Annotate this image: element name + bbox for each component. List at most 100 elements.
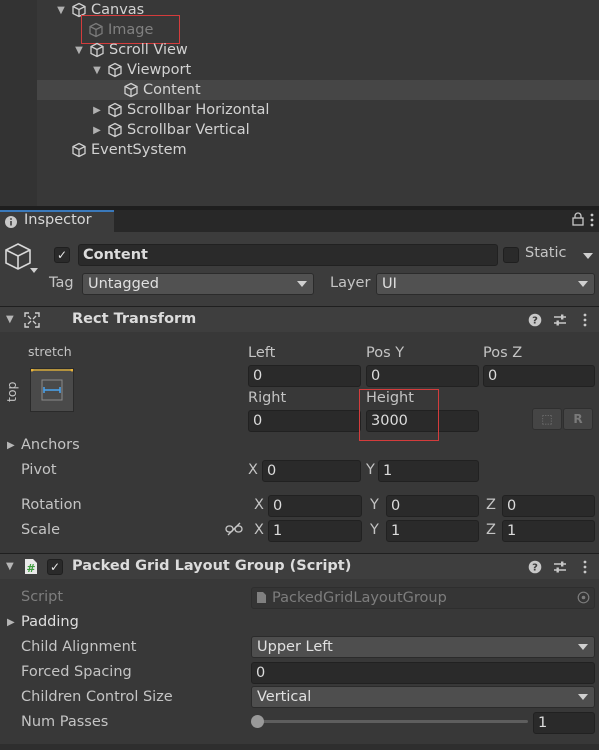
object-picker-icon[interactable] — [577, 591, 590, 604]
anchor-preset-h-label: stretch — [28, 344, 72, 359]
tag-value: Untagged — [88, 276, 159, 292]
pivot-x-input[interactable]: 0 — [262, 460, 361, 482]
tab-inspector[interactable]: Inspector — [0, 210, 114, 232]
presets-sliders-icon[interactable] — [553, 313, 567, 327]
right-label: Right — [248, 390, 287, 406]
gameobject-cube-icon — [89, 42, 105, 58]
more-vertical-icon[interactable] — [589, 213, 595, 227]
rotation-z-axis-label[interactable]: Z — [486, 497, 496, 513]
active-checkbox[interactable]: ✓ — [54, 247, 70, 263]
foldout-down-icon[interactable]: ▼ — [6, 561, 14, 572]
scale-label: Scale — [21, 522, 61, 538]
pivot-y-input[interactable]: 1 — [378, 460, 479, 482]
forced-spacing-input[interactable]: 0 — [251, 662, 595, 684]
help-icon[interactable]: ? — [528, 313, 542, 327]
hierarchy-row-selected[interactable]: Content — [37, 80, 599, 100]
pos-z-input[interactable]: 0 — [483, 365, 595, 387]
children-control-size-dropdown[interactable]: Vertical — [251, 686, 595, 708]
static-dropdown-caret-icon[interactable] — [583, 253, 593, 259]
script-object-field[interactable]: PackedGridLayoutGroup — [251, 587, 595, 609]
hierarchy-label: Scrollbar Horizontal — [127, 102, 270, 118]
pos-y-label: Pos Y — [366, 345, 405, 361]
tag-dropdown[interactable]: Untagged — [82, 273, 314, 295]
layer-label: Layer — [330, 275, 371, 291]
num-passes-slider-thumb[interactable] — [251, 715, 264, 728]
help-icon[interactable]: ? — [528, 560, 542, 574]
lock-icon[interactable] — [572, 212, 584, 226]
unlink-chain-icon[interactable] — [225, 521, 243, 537]
right-input[interactable]: 0 — [248, 410, 361, 432]
anchor-preset-icon — [31, 369, 73, 401]
anchor-preset-button[interactable] — [30, 368, 74, 412]
scale-z-axis-label[interactable]: Z — [486, 522, 496, 538]
pos-z-label: Pos Z — [483, 345, 523, 361]
expand-down-icon[interactable]: ▼ — [91, 64, 103, 76]
foldout-right-icon[interactable]: ▶ — [7, 617, 15, 628]
scale-x-axis-label[interactable]: X — [254, 522, 264, 538]
num-passes-slider-track[interactable] — [258, 720, 528, 723]
foldout-right-icon[interactable]: ▶ — [7, 440, 15, 451]
anchors-foldout[interactable]: Anchors — [21, 437, 80, 453]
blueprint-mode-button[interactable]: ⬚ — [532, 408, 562, 430]
hierarchy-row[interactable]: ▶ Scrollbar Vertical — [37, 120, 599, 140]
rotation-x-axis-label[interactable]: X — [254, 497, 264, 513]
pivot-label: Pivot — [21, 462, 57, 478]
hierarchy-row[interactable]: EventSystem — [37, 140, 599, 160]
gameobject-cube-icon — [107, 122, 123, 138]
expand-down-icon[interactable]: ▼ — [55, 4, 67, 16]
anchor-preset-v-label: top — [4, 381, 19, 402]
scale-y-input[interactable]: 1 — [386, 520, 479, 542]
hierarchy-label: EventSystem — [91, 142, 187, 158]
script-value: PackedGridLayoutGroup — [272, 590, 447, 606]
layer-value: UI — [382, 276, 397, 292]
more-vertical-icon[interactable] — [582, 560, 588, 574]
expand-right-icon[interactable]: ▶ — [91, 124, 103, 136]
rotation-label: Rotation — [21, 497, 82, 513]
rotation-y-axis-label[interactable]: Y — [370, 497, 379, 513]
raw-edit-button[interactable]: R — [563, 408, 593, 430]
hierarchy-row[interactable]: ▼ Scroll View — [37, 40, 599, 60]
foldout-down-icon[interactable]: ▼ — [6, 314, 14, 325]
hierarchy-row[interactable]: ▼ Viewport — [37, 60, 599, 80]
scale-y-axis-label[interactable]: Y — [370, 522, 379, 538]
left-input[interactable]: 0 — [248, 365, 361, 387]
chevron-down-icon[interactable] — [30, 268, 38, 273]
gameobject-cube-icon — [107, 102, 123, 118]
pos-y-input[interactable]: 0 — [366, 365, 479, 387]
children-control-size-label: Children Control Size — [21, 689, 173, 705]
rect-transform-icon — [24, 312, 40, 328]
child-alignment-dropdown[interactable]: Upper Left — [251, 636, 595, 658]
num-passes-label: Num Passes — [21, 714, 109, 730]
chevron-down-icon — [297, 281, 307, 287]
hierarchy-label: Scrollbar Vertical — [127, 122, 250, 138]
tab-label: Inspector — [24, 212, 92, 228]
pivot-y-axis-label[interactable]: Y — [366, 462, 375, 478]
num-passes-input[interactable]: 1 — [533, 712, 595, 734]
rotation-y-input[interactable]: 0 — [386, 495, 479, 517]
scale-x-input[interactable]: 1 — [268, 520, 362, 542]
child-alignment-label: Child Alignment — [21, 639, 137, 655]
hierarchy-panel: ▼ Canvas Image ▼ Scroll View ▼ Viewport … — [0, 0, 599, 206]
expand-down-icon[interactable]: ▼ — [73, 44, 85, 56]
object-name-input[interactable]: Content — [78, 244, 498, 266]
gameobject-cube-icon[interactable] — [4, 242, 32, 272]
component-title: Packed Grid Layout Group (Script) — [72, 558, 352, 574]
presets-sliders-icon[interactable] — [553, 560, 567, 574]
expand-right-icon[interactable]: ▶ — [91, 104, 103, 116]
script-file-icon: # — [23, 558, 39, 575]
more-vertical-icon[interactable] — [582, 313, 588, 327]
padding-foldout[interactable]: Padding — [21, 614, 79, 630]
rotation-x-input[interactable]: 0 — [268, 495, 362, 517]
rotation-z-input[interactable]: 0 — [502, 495, 595, 517]
scale-z-input[interactable]: 1 — [502, 520, 595, 542]
blueprint-icon: ⬚ — [541, 412, 553, 426]
script-file-icon — [256, 591, 267, 604]
static-checkbox[interactable] — [503, 247, 519, 263]
component-enabled-checkbox[interactable]: ✓ — [47, 559, 63, 575]
hierarchy-row[interactable]: ▶ Scrollbar Horizontal — [37, 100, 599, 120]
layer-dropdown[interactable]: UI — [376, 273, 595, 295]
hierarchy-label: Viewport — [127, 62, 192, 78]
pivot-x-axis-label[interactable]: X — [248, 462, 258, 478]
chevron-down-icon — [578, 694, 588, 700]
tag-label: Tag — [49, 275, 74, 291]
